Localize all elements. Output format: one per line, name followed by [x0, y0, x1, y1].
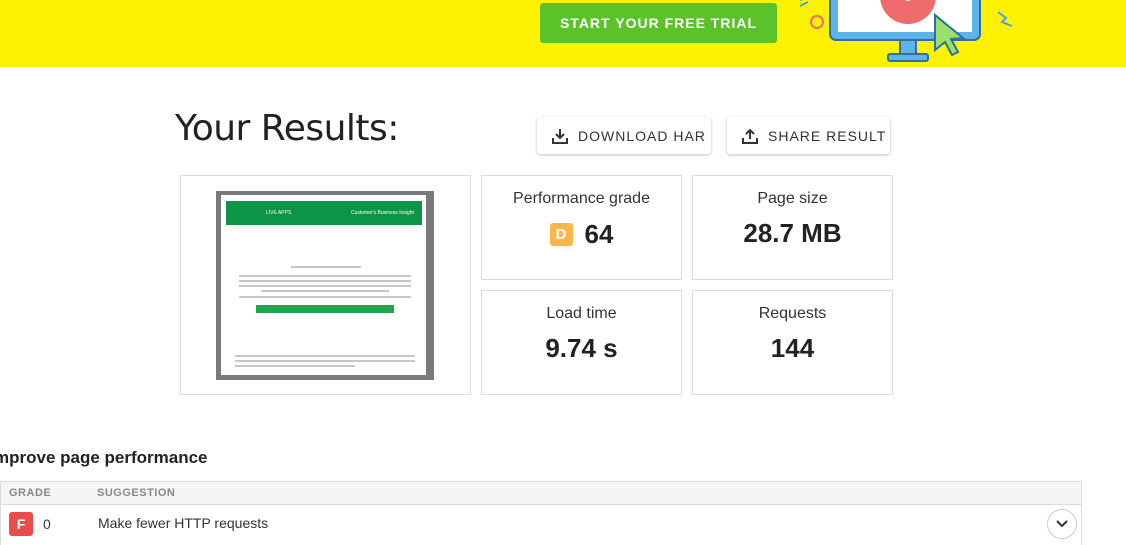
share-result-button[interactable]: SHARE RESULT — [727, 117, 890, 154]
suggestions-table-header: GRADE SUGGESTION — [0, 481, 1082, 505]
grade-badge: D — [549, 223, 573, 246]
requests-label: Requests — [758, 305, 827, 322]
section-heading: mprove page performance — [0, 448, 208, 467]
screenshot-text-line — [261, 290, 389, 292]
column-header-suggestion: SUGGESTION — [97, 487, 176, 499]
performance-score: 64 — [584, 219, 614, 249]
chevron-down-icon — [1056, 520, 1068, 528]
page-screenshot-thumbnail: LIVE APPS Customer's Business Insight — [216, 191, 434, 380]
requests-value: 144 — [770, 333, 815, 363]
screenshot-text-line — [235, 360, 415, 362]
screenshot-text-line — [235, 365, 355, 367]
page-size-card: Page size 28.7 MB — [692, 175, 893, 280]
row-suggestion: Make fewer HTTP requests — [98, 515, 269, 531]
performance-grade-card: Performance grade D 64 — [481, 175, 682, 280]
performance-grade-label: Performance grade — [513, 190, 650, 207]
row-score: 0 — [43, 516, 51, 532]
promo-banner: START YOUR FREE TRIAL — [0, 0, 1126, 67]
screenshot-text-line — [239, 285, 411, 287]
screenshot-green-button — [256, 305, 394, 313]
screenshot-header-right: Customer's Business Insight — [351, 210, 414, 216]
screenshot-text-line — [239, 280, 411, 282]
expand-row-button[interactable] — [1047, 509, 1077, 539]
monitor-illustration-icon — [800, 0, 1013, 62]
download-har-button[interactable]: DOWNLOAD HAR — [537, 117, 711, 154]
share-icon — [742, 128, 758, 144]
screenshot-text-line — [235, 355, 415, 357]
column-header-grade: GRADE — [9, 487, 52, 499]
load-time-label: Load time — [546, 305, 617, 322]
download-icon — [552, 128, 568, 144]
page-title: Your Results: — [175, 108, 399, 149]
load-time-card: Load time 9.74 s — [481, 290, 682, 395]
performance-grade-row: D 64 — [482, 219, 681, 250]
screenshot-page: LIVE APPS Customer's Business Insight — [221, 195, 426, 375]
requests-card: Requests 144 — [692, 290, 893, 395]
page-size-label: Page size — [757, 190, 828, 207]
download-har-label: DOWNLOAD HAR — [578, 127, 706, 144]
page-size-value: 28.7 MB — [743, 218, 842, 248]
screenshot-text-line — [239, 275, 411, 277]
screenshot-text-line — [239, 296, 411, 298]
start-free-trial-button[interactable]: START YOUR FREE TRIAL — [540, 3, 777, 43]
table-row[interactable]: F 0 Make fewer HTTP requests — [0, 505, 1082, 545]
page-screenshot-card: LIVE APPS Customer's Business Insight — [180, 175, 471, 395]
screenshot-header: LIVE APPS Customer's Business Insight — [226, 201, 422, 225]
screenshot-text-line — [291, 266, 361, 268]
share-result-label: SHARE RESULT — [768, 127, 887, 144]
load-time-value: 9.74 s — [545, 333, 618, 363]
row-grade-badge: F — [9, 512, 33, 536]
screenshot-header-left: LIVE APPS — [266, 210, 292, 216]
